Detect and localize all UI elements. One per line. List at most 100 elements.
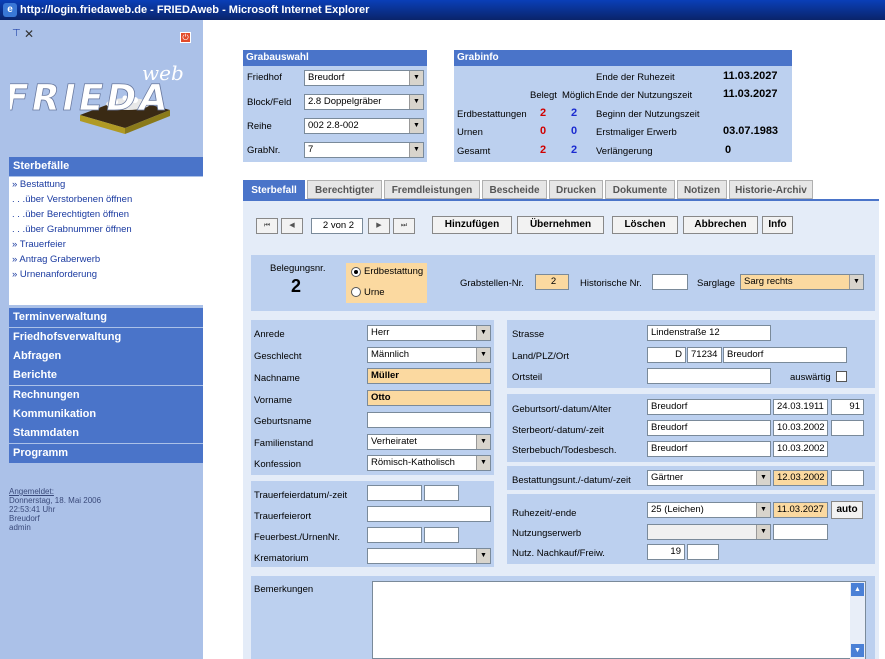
chevron-down-icon: ▼ <box>476 348 490 362</box>
friedhof-select[interactable]: Breudorf ▼ <box>304 70 424 86</box>
nachname-field[interactable]: Müller <box>367 368 491 384</box>
verlaengerung-value: 0 <box>725 144 732 156</box>
tab-dokumente[interactable]: Dokumente <box>605 180 675 199</box>
tab-fremdleistungen[interactable]: Fremdleistungen <box>384 180 480 199</box>
plz-field[interactable]: 71234 <box>687 347 722 363</box>
first-record-button[interactable]: ⏮ <box>256 218 278 234</box>
sarglage-label: Sarglage <box>697 278 736 289</box>
nutzungserwerb-datum-field[interactable] <box>773 524 828 540</box>
grabnr-label: GrabNr. <box>247 145 281 156</box>
bestattungsdatum-field[interactable]: 12.03.2002 <box>773 470 828 486</box>
ortsteil-label: Ortsteil <box>512 372 543 383</box>
anrede-select[interactable]: Herr ▼ <box>367 325 491 341</box>
sterbe-label: Sterbeort/-datum/-zeit <box>512 425 604 436</box>
sidebar-item-antrag[interactable]: » Antrag Graberwerb <box>9 252 203 267</box>
grabauswahl-title: Grabauswahl <box>243 50 427 66</box>
sarglage-select[interactable]: Sarg rechts ▼ <box>740 274 864 290</box>
sidebar-head-programm[interactable]: Programm <box>9 444 203 463</box>
prev-record-button[interactable]: ◀ <box>281 218 303 234</box>
cancel-button[interactable]: Abbrechen <box>683 216 758 234</box>
reihe-select[interactable]: 002 2.8-002 ▼ <box>304 118 424 134</box>
add-button[interactable]: Hinzufügen <box>432 216 512 234</box>
auto-button[interactable]: auto <box>831 501 863 519</box>
sidebar-head-berichte[interactable]: Berichte <box>9 366 203 385</box>
sidebar-head-friedhofsverwaltung[interactable]: Friedhofsverwaltung <box>9 328 203 347</box>
apply-button[interactable]: Übernehmen <box>517 216 604 234</box>
geschlecht-select[interactable]: Männlich ▼ <box>367 347 491 363</box>
freiwillig-field[interactable] <box>687 544 719 560</box>
sidebar-item-trauerfeier[interactable]: » Trauerfeier <box>9 237 203 252</box>
bestattungsunternehmen-select[interactable]: Gärtner ▼ <box>647 470 771 486</box>
auswaertig-checkbox[interactable] <box>836 371 847 382</box>
geburtsname-field[interactable] <box>367 412 491 428</box>
sidebar-item-urnen[interactable]: » Urnenanforderung <box>9 267 203 282</box>
delete-button[interactable]: Löschen <box>612 216 678 234</box>
sidebar-head-sterbefaelle[interactable]: Sterbefälle <box>9 157 203 176</box>
frieda-logo: FRIEDA web <box>0 30 200 150</box>
sidebar-item-grabnummer[interactable]: . . .über Grabnummer öffnen <box>9 222 203 237</box>
scroll-up-icon[interactable]: ▲ <box>851 583 864 596</box>
vorname-label: Vorname <box>254 395 293 406</box>
tab-historie[interactable]: Historie-Archiv <box>729 180 813 199</box>
trauerfeierort-field[interactable] <box>367 506 491 522</box>
urne-radio[interactable] <box>351 287 361 297</box>
tab-sterbefall[interactable]: Sterbefall <box>243 180 305 199</box>
historische-field[interactable] <box>652 274 688 290</box>
sterbebuch-field[interactable]: Breudorf <box>647 441 771 457</box>
ort-field[interactable]: Breudorf <box>723 347 847 363</box>
ruhezeit-label: Ruhezeit/-ende <box>512 508 577 519</box>
sterbeort-field[interactable]: Breudorf <box>647 420 771 436</box>
sidebar-item-berechtigten[interactable]: . . .über Berechtigten öffnen <box>9 207 203 222</box>
tab-drucken[interactable]: Drucken <box>549 180 603 199</box>
sterbezeit-field[interactable] <box>831 420 864 436</box>
bemerkungen-textarea[interactable] <box>372 581 866 659</box>
alter-field[interactable]: 91 <box>831 399 864 415</box>
sidebar-item-bestattung[interactable]: » Bestattung <box>9 177 203 192</box>
konfession-select[interactable]: Römisch-Katholisch ▼ <box>367 455 491 471</box>
trauerfeier-zeit-field[interactable] <box>424 485 459 501</box>
sidebar-head-rechnungen[interactable]: Rechnungen <box>9 386 203 405</box>
strasse-field[interactable]: Lindenstraße 12 <box>647 325 771 341</box>
land-field[interactable]: D <box>647 347 686 363</box>
info-button[interactable]: Info <box>762 216 793 234</box>
ortsteil-field[interactable] <box>647 368 771 384</box>
familienstand-select[interactable]: Verheiratet ▼ <box>367 434 491 450</box>
tab-notizen[interactable]: Notizen <box>677 180 727 199</box>
sterbebuch-label: Sterbebuch/Todesbesch. <box>512 445 617 456</box>
geburtsdatum-field[interactable]: 24.03.1911 <box>773 399 828 415</box>
grabnr-select[interactable]: 7 ▼ <box>304 142 424 158</box>
nachkauf-field[interactable]: 19 <box>647 544 685 560</box>
sidebar-head-terminverwaltung[interactable]: Terminverwaltung <box>9 308 203 327</box>
nutzungserwerb-select[interactable]: ▼ <box>647 524 771 540</box>
sidebar-head-stammdaten[interactable]: Stammdaten <box>9 424 203 443</box>
scroll-down-icon[interactable]: ▼ <box>851 644 864 657</box>
login-label: Angemeldet: <box>9 487 54 496</box>
last-record-button[interactable]: ⏭ <box>393 218 415 234</box>
krematorium-select[interactable]: ▼ <box>367 548 491 564</box>
geburtsort-field[interactable]: Breudorf <box>647 399 771 415</box>
grabstellen-field[interactable]: 2 <box>535 274 569 290</box>
todesbesch-field[interactable]: 10.03.2002 <box>773 441 828 457</box>
sterbedatum-field[interactable]: 10.03.2002 <box>773 420 828 436</box>
trauerfeier-datum-field[interactable] <box>367 485 422 501</box>
sidebar-item-verstorbenen[interactable]: . . .über Verstorbenen öffnen <box>9 192 203 207</box>
feuerbest-field[interactable] <box>367 527 422 543</box>
gesamt-moeglich: 2 <box>571 144 578 156</box>
bemerkungen-label: Bemerkungen <box>254 584 314 595</box>
block-select[interactable]: 2.8 Doppelgräber ▼ <box>304 94 424 110</box>
trauerfeier-datum-label: Trauerfeierdatum/-zeit <box>254 490 348 501</box>
bestattungszeit-field[interactable] <box>831 470 864 486</box>
next-record-button[interactable]: ▶ <box>368 218 390 234</box>
erdbestattung-radio[interactable] <box>351 267 361 277</box>
urnennr-field[interactable] <box>424 527 459 543</box>
verlaengerung-label: Verlängerung <box>596 146 653 157</box>
nutzungserwerb-label: Nutzungserwerb <box>512 528 582 539</box>
ruhezeit-select[interactable]: 25 (Leichen) ▼ <box>647 502 771 518</box>
sidebar-head-abfragen[interactable]: Abfragen <box>9 347 203 366</box>
tab-berechtigter[interactable]: Berechtigter <box>307 180 382 199</box>
tab-bescheide[interactable]: Bescheide <box>482 180 547 199</box>
nachkauf-label: Nutz. Nachkauf/Freiw. <box>512 548 605 559</box>
ruhezeitende-field[interactable]: 11.03.2027 <box>773 502 828 518</box>
vorname-field[interactable]: Otto <box>367 390 491 406</box>
sidebar-head-kommunikation[interactable]: Kommunikation <box>9 405 203 424</box>
